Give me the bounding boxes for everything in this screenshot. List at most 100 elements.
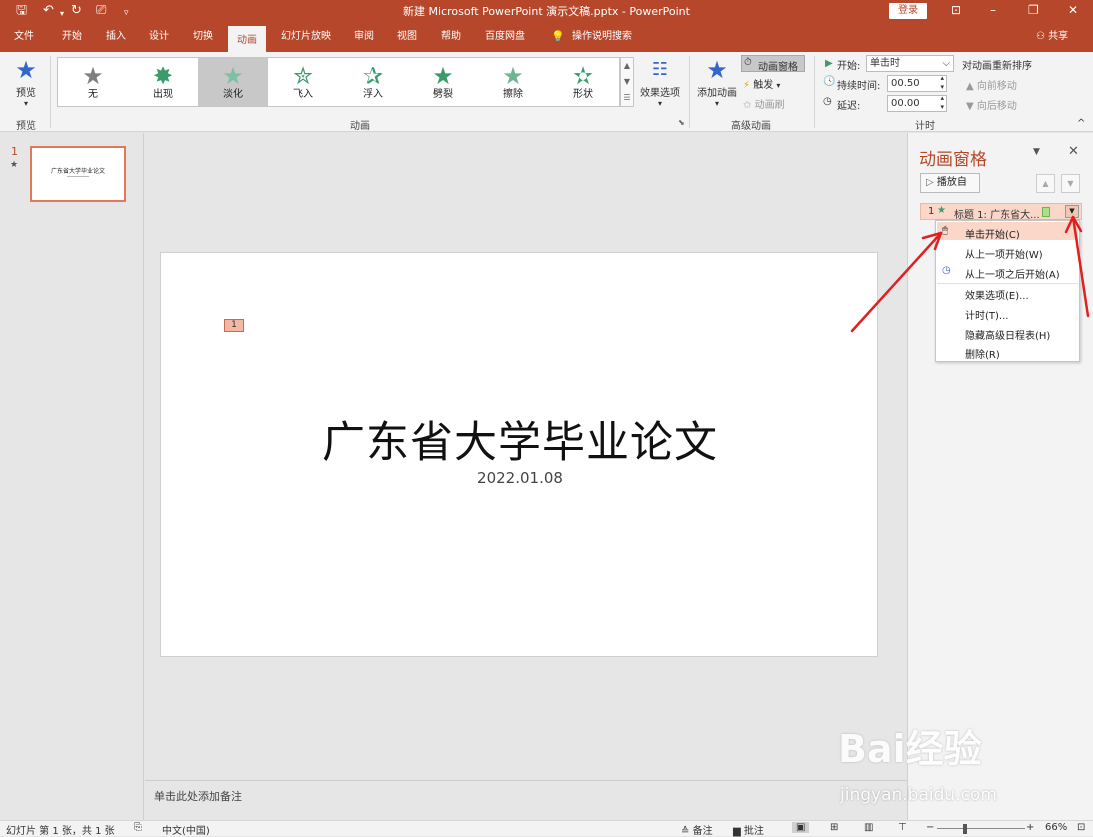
tab-animations[interactable]: 动画: [228, 26, 266, 52]
restore-icon[interactable]: ❐: [1028, 1, 1039, 19]
fit-to-window-icon[interactable]: ⊡: [1077, 822, 1085, 833]
ribbon-display-icon[interactable]: ⊡: [951, 1, 961, 19]
tab-home[interactable]: 开始: [62, 30, 82, 44]
duration-value: 00.50: [891, 78, 920, 89]
pane-close-icon[interactable]: ✕: [1068, 144, 1079, 159]
baidu-watermark-url: jingyan.baidu.com: [840, 785, 997, 805]
animation-list-item[interactable]: 1 ★ 标题 1: 广东省大... ▼: [920, 203, 1082, 221]
move-earlier-label: 向前移动: [976, 81, 1017, 92]
anim-fly-in[interactable]: ✮ 飞入: [268, 58, 338, 106]
menu-item-timing[interactable]: 计时(T)...: [965, 307, 1008, 322]
menu-item-with-previous[interactable]: 从上一项开始(W): [965, 246, 1043, 261]
slide[interactable]: 1 广东省大学毕业论文 2022.01.08: [160, 252, 878, 657]
star-icon: ★: [432, 62, 454, 90]
tab-slideshow[interactable]: 幻灯片放映: [281, 30, 331, 44]
zoom-slider-thumb[interactable]: [963, 824, 967, 834]
slide-title[interactable]: 广东省大学毕业论文: [161, 408, 879, 470]
zoom-level[interactable]: 66%: [1045, 822, 1067, 833]
anim-float-in[interactable]: ✰ 浮入: [338, 58, 408, 106]
effect-options-button[interactable]: ☷ 效果选项 ▾: [639, 56, 681, 108]
menu-item-after-previous[interactable]: 从上一项之后开始(A): [965, 266, 1060, 281]
spinner-icon[interactable]: ▴ ▾: [940, 74, 944, 92]
menu-item-effect-options[interactable]: 效果选项(E)...: [965, 287, 1029, 302]
tab-transitions[interactable]: 切换: [193, 30, 213, 44]
tab-design[interactable]: 设计: [149, 30, 169, 44]
star-icon: ★: [222, 62, 244, 90]
delay-clock-icon: ◷: [823, 96, 832, 107]
group-label-advanced: 高级动画: [731, 121, 771, 132]
animation-pane-button[interactable]: ⏱ 动画窗格: [741, 55, 805, 73]
zoom-in-icon[interactable]: +: [1026, 822, 1034, 833]
slide-sorter-icon[interactable]: ⊞: [830, 822, 838, 833]
reading-view-icon[interactable]: ▥: [864, 822, 873, 833]
star-icon: ✫: [572, 62, 594, 90]
move-up-icon[interactable]: ▲: [1036, 174, 1055, 193]
minimize-icon[interactable]: –: [990, 1, 996, 19]
preview-button[interactable]: ★ 预览 ▾: [6, 56, 46, 108]
comments-button[interactable]: ▆ 批注: [733, 822, 764, 837]
delay-input[interactable]: 00.00 ▴ ▾: [887, 94, 947, 112]
notes-placeholder: 单击此处添加备注: [154, 790, 242, 803]
slide-thumbnails-pane: 1 ★: [0, 133, 144, 820]
slide-thumbnail[interactable]: 广东省大学毕业论文: [30, 146, 126, 202]
anim-shape[interactable]: ✫ 形状: [548, 58, 618, 106]
context-menu: 🖱 单击开始(C) 从上一项开始(W) ◷ 从上一项之后开始(A) 效果选项(E…: [935, 220, 1080, 362]
tab-baidu-netdisk[interactable]: 百度网盘: [485, 30, 525, 44]
star-icon: ★: [82, 62, 104, 90]
anim-fade[interactable]: ★ 淡化: [198, 58, 268, 106]
animation-painter-button[interactable]: ✩ 动画刷: [743, 96, 785, 111]
share-button[interactable]: ⚇ 共享: [1036, 30, 1068, 44]
tab-view[interactable]: 视图: [397, 30, 417, 44]
add-animation-button[interactable]: ★ 添加动画 ▾: [695, 56, 739, 108]
move-down-icon[interactable]: ▼: [1061, 174, 1080, 193]
duration-input[interactable]: 00.50 ▴ ▾: [887, 74, 947, 92]
divider: [50, 56, 51, 128]
dialog-launcher-icon[interactable]: ⬊: [678, 118, 685, 127]
tab-file[interactable]: 文件: [14, 30, 34, 44]
add-star-icon: ★: [706, 56, 728, 84]
play-from-button[interactable]: ▷ 播放自: [920, 173, 980, 193]
slide-subtitle[interactable]: 2022.01.08: [161, 469, 879, 487]
item-dropdown-icon[interactable]: ▼: [1065, 205, 1079, 218]
start-select[interactable]: 单击时 ⌵: [866, 55, 954, 72]
tab-help[interactable]: 帮助: [441, 30, 461, 44]
comments-btn-label: 批注: [743, 826, 764, 837]
anim-appear[interactable]: ✸ 出现: [128, 58, 198, 106]
spell-check-icon[interactable]: ⎘: [134, 822, 142, 833]
zoom-out-icon[interactable]: −: [926, 822, 934, 833]
collapse-ribbon-icon[interactable]: ^: [1077, 118, 1085, 129]
tab-insert[interactable]: 插入: [106, 30, 126, 44]
slideshow-icon[interactable]: ⊤: [898, 822, 907, 833]
spinner-icon[interactable]: ▴ ▾: [940, 94, 944, 112]
title-bar: 🖫 ↶ ▾ ↻ ⎚ ▿ 新建 Microsoft PowerPoint 演示文稿…: [0, 0, 1093, 22]
login-button[interactable]: 登录: [889, 3, 927, 19]
tell-me-search[interactable]: 操作说明搜索: [572, 30, 632, 44]
preview-label: 预览: [16, 88, 36, 99]
tab-review[interactable]: 审阅: [354, 30, 374, 44]
animation-pane-label: 动画窗格: [758, 62, 798, 73]
close-icon[interactable]: ✕: [1068, 1, 1078, 19]
menu-item-hide-timeline[interactable]: 隐藏高级日程表(H): [965, 327, 1050, 342]
notes-pane[interactable]: 单击此处添加备注: [145, 780, 907, 820]
anim-none[interactable]: ★ 无: [58, 58, 128, 106]
normal-view-icon[interactable]: ▣: [792, 822, 810, 833]
triangle-up-icon: ▲: [966, 81, 974, 92]
notes-button[interactable]: ≙ 备注: [681, 822, 713, 837]
move-later-button[interactable]: ▼ 向后移动: [966, 97, 1017, 112]
animation-order-tag[interactable]: 1: [224, 319, 244, 332]
menu-item-on-click[interactable]: 单击开始(C): [965, 226, 1020, 241]
star-icon: ★: [502, 62, 524, 90]
anim-split[interactable]: ★ 劈裂: [408, 58, 478, 106]
gallery-scroll[interactable]: ▲ ▼ ☰: [620, 57, 634, 107]
zoom-slider[interactable]: [937, 828, 1025, 829]
language[interactable]: 中文(中国): [162, 822, 210, 837]
move-earlier-button[interactable]: ▲ 向前移动: [966, 77, 1017, 92]
anim-wipe[interactable]: ★ 擦除: [478, 58, 548, 106]
menu-item-delete[interactable]: 删除(R): [965, 346, 1000, 361]
add-animation-label: 添加动画: [697, 88, 737, 99]
anim-label: 出现: [153, 89, 173, 100]
animation-pane-icon: ⏱: [744, 57, 752, 68]
pane-options-icon[interactable]: ▼: [1033, 147, 1040, 157]
trigger-button[interactable]: ⚡ 触发 ▾: [743, 76, 780, 91]
duration-label: 持续时间:: [837, 81, 881, 92]
